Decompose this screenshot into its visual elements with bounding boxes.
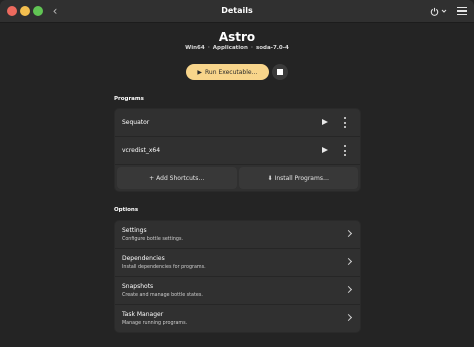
- program-name: vcredist_x64: [122, 147, 161, 154]
- bottle-runner: soda-7.0-4: [255, 45, 289, 51]
- program-row[interactable]: Sequator: [115, 109, 360, 137]
- option-title: Dependencies: [122, 255, 165, 262]
- programs-actions: + Add Shortcuts… ⬇ Install Programs…: [115, 165, 360, 191]
- add-shortcuts-button[interactable]: + Add Shortcuts…: [117, 167, 237, 189]
- chevron-right-icon: [344, 229, 353, 238]
- options-card: Settings Configure bottle settings. Depe…: [114, 220, 361, 333]
- option-subtitle: Configure bottle settings.: [122, 237, 183, 242]
- details-window: ‹ Details Astro Win64 · Application · soda-7…: [0, 0, 474, 347]
- header-bar: ‹ Details: [0, 0, 474, 23]
- option-task-manager[interactable]: Task Manager Manage running programs.: [115, 305, 360, 332]
- option-title: Snapshots: [122, 283, 154, 290]
- option-dependencies[interactable]: Dependencies Install dependencies for pr…: [115, 249, 360, 277]
- main-menu-button[interactable]: [455, 3, 469, 19]
- install-programs-label: Install Programs…: [274, 174, 329, 182]
- program-name: Sequator: [122, 119, 150, 126]
- option-subtitle: Install dependencies for programs.: [122, 265, 206, 270]
- program-row[interactable]: vcredist_x64: [115, 137, 360, 165]
- stop-icon: [277, 69, 283, 75]
- programs-card: Sequator vcredist_x64 + Add Shortcuts… ⬇…: [114, 108, 361, 192]
- option-title: Task Manager: [122, 311, 164, 318]
- chevron-down-icon: [441, 9, 447, 13]
- bottle-arch: Win64: [185, 45, 205, 51]
- option-snapshots[interactable]: Snapshots Create and manage bottle state…: [115, 277, 360, 305]
- play-icon[interactable]: [322, 119, 328, 125]
- run-executable-button[interactable]: ▶ Run Executable…: [186, 64, 269, 80]
- hamburger-icon: [457, 6, 467, 9]
- download-icon: ⬇: [267, 174, 273, 182]
- play-icon[interactable]: [322, 147, 328, 153]
- bottle-name: Astro: [218, 30, 256, 44]
- power-menu-button[interactable]: [430, 4, 452, 18]
- option-title: Settings: [122, 227, 147, 234]
- window-title: Details: [221, 6, 253, 15]
- more-options-icon[interactable]: [342, 145, 348, 156]
- option-subtitle: Create and manage bottle states.: [122, 293, 203, 298]
- chevron-right-icon: [344, 257, 353, 266]
- run-executable-label: Run Executable…: [205, 68, 258, 76]
- programs-section-label: Programs: [114, 96, 144, 102]
- options-section-label: Options: [114, 207, 139, 213]
- option-subtitle: Manage running programs.: [122, 321, 188, 326]
- option-settings[interactable]: Settings Configure bottle settings.: [115, 221, 360, 249]
- add-shortcuts-label: Add Shortcuts…: [156, 174, 205, 182]
- play-icon: ▶: [197, 68, 203, 76]
- more-options-icon[interactable]: [342, 117, 348, 128]
- chevron-right-icon: [344, 313, 353, 322]
- stop-button[interactable]: [272, 64, 288, 80]
- bottle-type: Application: [212, 45, 248, 51]
- power-icon: [430, 7, 439, 16]
- plus-icon: +: [149, 174, 155, 182]
- bottle-meta: Win64 · Application · soda-7.0-4: [185, 45, 289, 51]
- install-programs-button[interactable]: ⬇ Install Programs…: [238, 167, 358, 189]
- chevron-right-icon: [344, 285, 353, 294]
